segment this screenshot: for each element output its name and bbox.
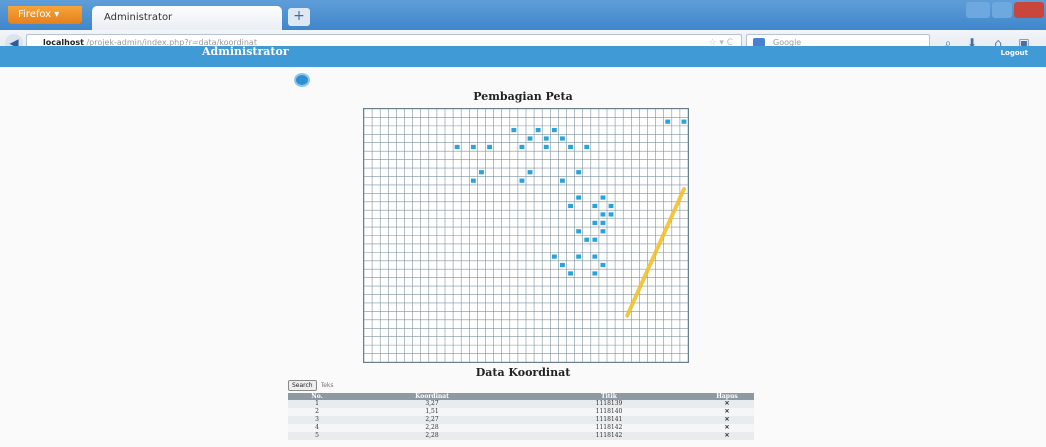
minimize-button[interactable] — [966, 2, 990, 18]
map-marker[interactable] — [479, 170, 484, 175]
table-row: 5 2,28 1118142 ✕ — [288, 432, 754, 440]
map-marker[interactable] — [592, 271, 598, 276]
map-marker[interactable] — [592, 237, 598, 242]
cell-titik: 1118141 — [518, 416, 700, 424]
table-row: 3 2,27 1118141 ✕ — [288, 416, 754, 424]
map-marker[interactable] — [560, 262, 565, 268]
map-marker[interactable] — [568, 144, 573, 150]
cell-koordinat: 1,51 — [346, 408, 518, 416]
map-marker[interactable] — [568, 271, 573, 276]
header-no: No. — [288, 393, 346, 400]
map-marker[interactable] — [535, 127, 541, 133]
search-input[interactable] — [320, 381, 355, 390]
map-marker[interactable] — [592, 203, 598, 209]
map-grid-svg[interactable] — [364, 109, 688, 362]
map-marker[interactable] — [576, 195, 582, 200]
map-marker[interactable] — [551, 127, 557, 133]
map-marker[interactable] — [600, 212, 606, 217]
firefox-menu-label: Firefox — [18, 9, 52, 20]
cell-koordinat: 2,27 — [346, 416, 518, 424]
search-button[interactable]: Search — [288, 380, 317, 391]
cell-no: 3 — [288, 416, 346, 424]
map-marker[interactable] — [681, 119, 687, 124]
cell-koordinat: 2,28 — [346, 424, 518, 432]
cell-titik: 1118139 — [518, 400, 700, 408]
delete-icon[interactable]: ✕ — [700, 424, 754, 432]
map-marker[interactable] — [543, 136, 549, 141]
map-marker[interactable] — [487, 144, 492, 150]
cell-titik: 1118142 — [518, 432, 700, 440]
data-section-title: Data Koordinat — [475, 366, 571, 379]
map-marker[interactable] — [560, 136, 565, 141]
cell-koordinat: 2,28 — [346, 432, 518, 440]
map-marker[interactable] — [519, 178, 525, 183]
map-marker[interactable] — [551, 254, 557, 259]
map-marker[interactable] — [584, 237, 590, 242]
cell-no: 1 — [288, 400, 346, 408]
map-marker[interactable] — [576, 170, 582, 175]
cell-titik: 1118142 — [518, 424, 700, 432]
browser-titlebar: Firefox ▾ Administrator + — [0, 0, 1046, 30]
map-marker[interactable] — [527, 170, 533, 175]
map-marker[interactable] — [560, 178, 565, 183]
coordinate-table: No. Koordinat Titik Hapus 1 3,27 1118139 ✕ 2… — [288, 393, 754, 440]
map-marker[interactable] — [600, 220, 606, 225]
header-hapus: Hapus — [700, 393, 754, 400]
map-marker[interactable] — [454, 144, 460, 150]
cell-titik: 1118140 — [518, 408, 700, 416]
map-marker[interactable] — [608, 203, 614, 209]
map-marker[interactable] — [600, 195, 606, 200]
map-marker[interactable] — [600, 229, 606, 234]
map-marker[interactable] — [527, 136, 533, 141]
map-marker[interactable] — [470, 178, 476, 183]
cell-koordinat: 3,27 — [346, 400, 518, 408]
map-marker[interactable] — [592, 220, 598, 225]
new-tab-button[interactable]: + — [288, 8, 310, 26]
map-marker[interactable] — [576, 229, 582, 234]
tab-title: Administrator — [104, 12, 173, 23]
close-window-button[interactable] — [1014, 2, 1044, 18]
map-marker[interactable] — [576, 254, 582, 259]
logout-link[interactable]: Logout — [1001, 49, 1028, 57]
map-marker[interactable] — [665, 119, 671, 124]
cell-no: 4 — [288, 424, 346, 432]
table-row: 1 3,27 1118139 ✕ — [288, 400, 754, 408]
map-grid[interactable] — [363, 108, 689, 363]
map-marker[interactable] — [511, 127, 517, 133]
app-title: Administrator — [202, 45, 289, 58]
maximize-button[interactable] — [992, 2, 1012, 18]
firefox-menu-button[interactable]: Firefox ▾ — [8, 6, 82, 24]
delete-icon[interactable]: ✕ — [700, 432, 754, 440]
cell-no: 5 — [288, 432, 346, 440]
home-icon[interactable] — [294, 73, 310, 87]
map-marker[interactable] — [600, 262, 606, 268]
delete-icon[interactable]: ✕ — [700, 400, 754, 408]
map-marker[interactable] — [543, 144, 549, 150]
map-marker[interactable] — [568, 203, 573, 209]
table-row: 2 1,51 1118140 ✕ — [288, 408, 754, 416]
cell-no: 2 — [288, 408, 346, 416]
map-marker[interactable] — [470, 144, 476, 150]
search-row: Search — [288, 380, 355, 392]
browser-tab[interactable]: Administrator — [92, 6, 282, 30]
header-titik: Titik — [518, 393, 700, 400]
map-marker[interactable] — [608, 212, 614, 217]
table-header-row: No. Koordinat Titik Hapus — [288, 393, 754, 400]
map-marker[interactable] — [592, 254, 598, 259]
map-marker[interactable] — [584, 144, 590, 150]
table-row: 4 2,28 1118142 ✕ — [288, 424, 754, 432]
delete-icon[interactable]: ✕ — [700, 408, 754, 416]
map-title: Pembagian Peta — [473, 90, 573, 103]
delete-icon[interactable]: ✕ — [700, 416, 754, 424]
header-koordinat: Koordinat — [346, 393, 518, 400]
app-header — [0, 46, 1046, 67]
map-marker[interactable] — [519, 144, 525, 150]
